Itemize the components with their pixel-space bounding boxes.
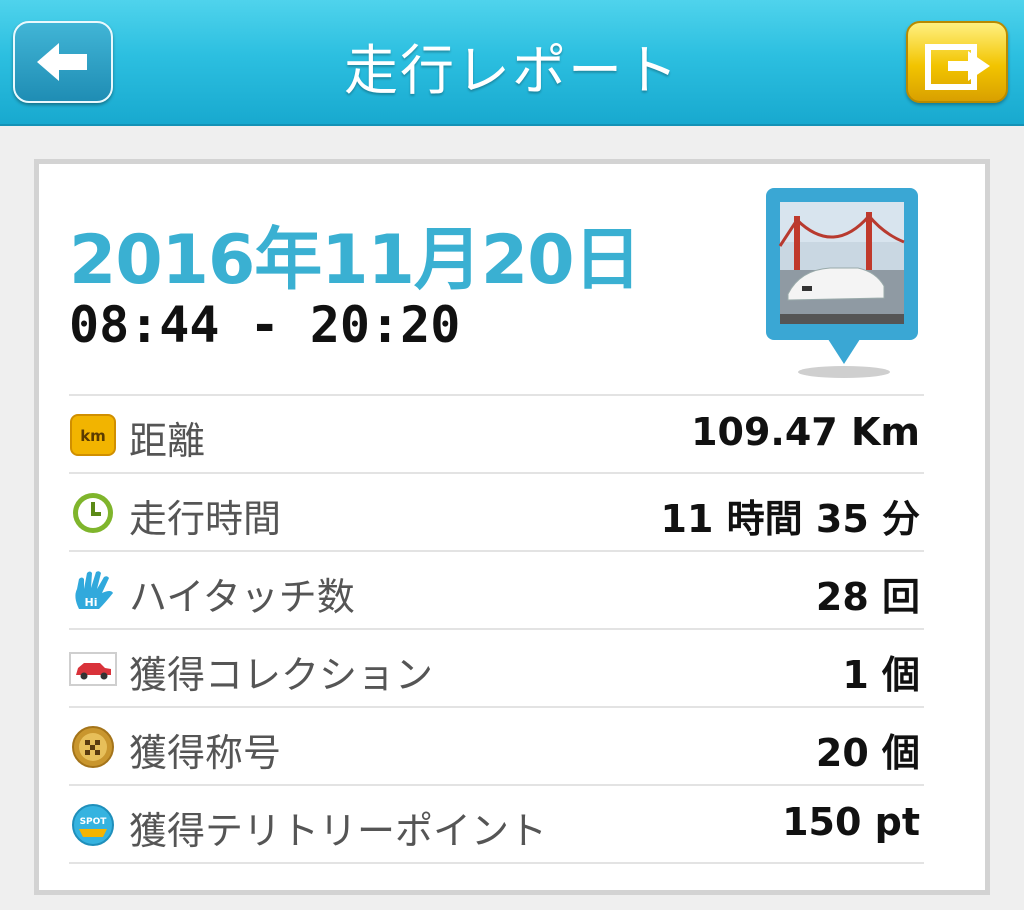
stat-value: 109.47 Km bbox=[691, 410, 920, 454]
stat-row-distance: km 距離 109.47 Km bbox=[69, 396, 924, 474]
stat-row-titles: 獲得称号 20 個 bbox=[69, 708, 924, 786]
stat-value: 11 時間 35 分 bbox=[660, 497, 920, 541]
spot-icon: SPOT bbox=[72, 804, 114, 846]
share-button[interactable] bbox=[906, 21, 1008, 103]
stat-label: 獲得コレクション bbox=[129, 653, 434, 697]
stat-value: 1 個 bbox=[842, 653, 920, 697]
stat-label: 獲得テリトリーポイント bbox=[129, 809, 548, 853]
stat-row-drive-time: 走行時間 11 時間 35 分 bbox=[69, 474, 924, 552]
header-bar: 走行レポート bbox=[0, 0, 1024, 126]
km-icon: km bbox=[70, 414, 116, 456]
stat-value: 150 pt bbox=[782, 800, 920, 844]
stats-list: km 距離 109.47 Km 走行時間 11 時間 35 分 Hi ハイタッチ… bbox=[69, 394, 924, 864]
stat-label: 距離 bbox=[129, 419, 206, 463]
stat-value: 20 個 bbox=[815, 731, 920, 775]
report-time-range: 08:44 - 20:20 bbox=[69, 296, 461, 354]
stat-row-territory-points: SPOT 獲得テリトリーポイント 150 pt bbox=[69, 786, 924, 864]
report-card: 2016年11月20日 08:44 - 20:20 km 距離 109.47 K… bbox=[34, 159, 990, 895]
clock-icon bbox=[73, 493, 113, 533]
report-date: 2016年11月20日 bbox=[69, 221, 642, 300]
svg-text:SPOT: SPOT bbox=[80, 817, 108, 827]
svg-text:Hi: Hi bbox=[85, 596, 98, 609]
photo-pin-thumbnail[interactable] bbox=[764, 186, 924, 386]
car-icon bbox=[69, 652, 117, 686]
medal-icon bbox=[72, 726, 114, 768]
svg-text:km: km bbox=[80, 427, 106, 445]
stat-label: 獲得称号 bbox=[129, 731, 282, 775]
stat-label: ハイタッチ数 bbox=[129, 575, 355, 619]
stat-label: 走行時間 bbox=[129, 497, 282, 541]
share-arrow-icon bbox=[925, 44, 990, 90]
hand-hi-icon: Hi bbox=[75, 571, 113, 609]
page-title: 走行レポート bbox=[344, 39, 680, 102]
stat-row-collection: 獲得コレクション 1 個 bbox=[69, 630, 924, 708]
stat-row-high-touch: Hi ハイタッチ数 28 回 bbox=[69, 552, 924, 630]
stat-value: 28 回 bbox=[815, 575, 920, 619]
